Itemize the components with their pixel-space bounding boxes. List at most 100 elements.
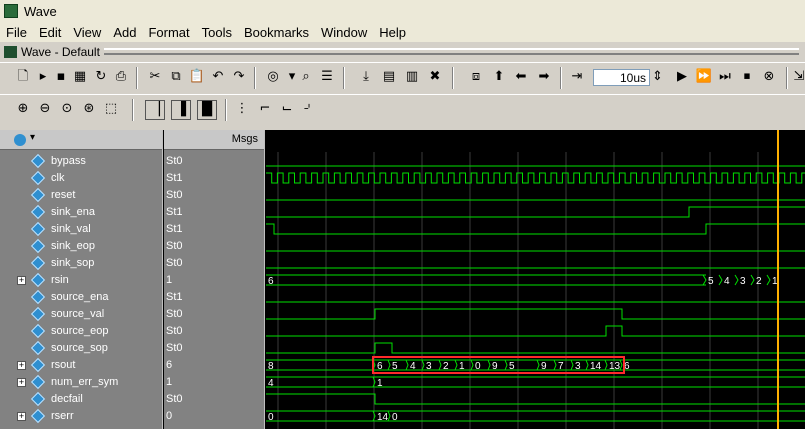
signal-row-reset[interactable]: reset [0, 187, 163, 204]
app-icon [4, 4, 18, 18]
expand-icon[interactable]: + [17, 412, 26, 421]
signal-value: St1 [166, 291, 183, 303]
zoom-select-icon[interactable]: ⬚ [102, 100, 120, 118]
signal-row-num_err_sym[interactable]: + num_err_sym [0, 374, 163, 391]
print-icon[interactable]: ⎙ [112, 68, 130, 86]
dataflow-mode-icon[interactable]: █ [197, 100, 217, 120]
rsout-transition [553, 359, 557, 371]
menu-window[interactable]: Window [315, 25, 373, 40]
compile-icon[interactable]: ▦ [71, 68, 89, 86]
save-icon[interactable]: ▪ [52, 68, 70, 86]
rsout-value: 0 [475, 361, 481, 372]
redo-icon[interactable]: ↷ [230, 68, 248, 86]
signal-diamond-icon [30, 323, 46, 339]
zoom-cursor-icon[interactable]: ⊛ [80, 100, 98, 118]
signal-row-sink_ena[interactable]: sink_ena [0, 204, 163, 221]
new-file-icon[interactable]: 🗋 [14, 68, 32, 86]
rsout-value: 6 [377, 361, 383, 372]
toolbar-divider [452, 67, 454, 89]
copy-icon[interactable]: ⧉ [167, 68, 185, 86]
signal-value: St0 [166, 393, 183, 405]
wave-mode-icon[interactable]: ▐ [171, 100, 191, 120]
run-icon[interactable]: ▶ [673, 68, 691, 86]
menu-edit[interactable]: Edit [33, 25, 67, 40]
undo-icon[interactable]: ↶ [209, 68, 227, 86]
menu-add[interactable]: Add [107, 25, 142, 40]
signal-row-sink_sop[interactable]: sink_sop [0, 255, 163, 272]
paste-icon[interactable]: 📋 [188, 68, 206, 86]
rsout-value: 1 [459, 361, 465, 372]
stop-icon[interactable]: ⊗ [760, 68, 778, 86]
expand-icon[interactable]: + [17, 361, 26, 370]
signal-value: St0 [166, 325, 183, 337]
signal-row-rsin[interactable]: + rsin [0, 272, 163, 289]
signal-row-sink_eop[interactable]: sink_eop [0, 238, 163, 255]
menu-format[interactable]: Format [142, 25, 195, 40]
toolbar-divider [132, 99, 134, 121]
signal-row-rsout[interactable]: + rsout [0, 357, 163, 374]
expand-icon[interactable]: + [17, 378, 26, 387]
delete-icon[interactable]: ✖ [426, 68, 444, 86]
menu-tools[interactable]: Tools [196, 25, 238, 40]
signal-group-icon[interactable] [14, 134, 26, 146]
rserr-transition [387, 410, 391, 422]
refresh-icon[interactable]: ↻ [92, 68, 110, 86]
cursor-mode-icon[interactable]: ▕ [145, 100, 165, 120]
signal-name-panel: ▾ bypass clk reset sink_ena sink_val sink_eop… [0, 130, 163, 429]
open-folder-icon[interactable]: ▸ [34, 68, 52, 86]
cut-icon[interactable]: ✂ [146, 68, 164, 86]
signal-row-source_eop[interactable]: source_eop [0, 323, 163, 340]
signal-diamond-icon [30, 391, 46, 407]
signal-row-source_ena[interactable]: source_ena [0, 289, 163, 306]
run-length-input[interactable] [593, 69, 650, 86]
memory-icon[interactable]: ▤ [380, 68, 398, 86]
signal-value: St0 [166, 189, 183, 201]
expand-icon[interactable]: + [17, 276, 26, 285]
insert-signal-icon[interactable]: ⤓ [357, 68, 375, 86]
run-length-icon[interactable]: ⇥ [568, 68, 586, 86]
rsin-transition [734, 274, 739, 286]
signal-row-source_val[interactable]: source_val [0, 306, 163, 323]
menu-file[interactable]: File [0, 25, 33, 40]
chevron-down-icon[interactable]: ▾ [30, 132, 35, 143]
edge-next-icon[interactable]: ⌏ [300, 100, 318, 118]
find-icon[interactable]: ⌕ [297, 68, 315, 86]
signal-row-clk[interactable]: clk [0, 170, 163, 187]
rsout-transition [470, 359, 474, 371]
wave-sink-val [266, 223, 805, 235]
rsin-initial-value: 6 [268, 276, 274, 287]
arrow-up-icon[interactable]: ⬆ [490, 68, 508, 86]
toolbar-divider [225, 99, 227, 121]
menu-help[interactable]: Help [373, 25, 412, 40]
rsout-transition [619, 359, 623, 371]
restart-icon[interactable]: ⧈ [467, 68, 485, 86]
edge-rise-icon[interactable]: ⌐ [256, 100, 274, 118]
continue-icon[interactable]: ⏩ [695, 68, 713, 86]
window-title: Wave [24, 3, 57, 19]
signal-row-source_sop[interactable]: source_sop [0, 340, 163, 357]
value-panel: Msgs St0 St1 St0 St1 St1 St0 St0 1 St1 St0 St0 St0 6… [164, 130, 265, 429]
signal-row-rserr[interactable]: + rserr [0, 408, 163, 425]
waveform-canvas[interactable]: 6 5 4 3 2 18 6 5 4 3 2 1 0 9 5 9 7 3 14 13 64 10 14 0 [266, 130, 805, 429]
signal-row-bypass[interactable]: bypass [0, 153, 163, 170]
rsout-value: 7 [558, 361, 564, 372]
menu-bookmarks[interactable]: Bookmarks [238, 25, 315, 40]
list-icon[interactable]: ☰ [318, 68, 336, 86]
target-icon[interactable]: ◎ [264, 68, 282, 86]
zoom-in-icon[interactable]: ⊕ [14, 100, 32, 118]
arrow-right-icon[interactable]: ➡ [535, 68, 553, 86]
zoom-out-icon[interactable]: ⊖ [36, 100, 54, 118]
edge-fall-icon[interactable]: ⌙ [278, 100, 296, 118]
arrow-left-icon[interactable]: ⬅ [512, 68, 530, 86]
grid-icon[interactable]: ▥ [403, 68, 421, 86]
zoom-full-icon[interactable]: ⊙ [58, 100, 76, 118]
signal-value: St1 [166, 206, 183, 218]
break-icon[interactable]: ⏹ [738, 68, 756, 86]
signal-row-sink_val[interactable]: sink_val [0, 221, 163, 238]
signal-row-decfail[interactable]: decfail [0, 391, 163, 408]
menu-view[interactable]: View [67, 25, 107, 40]
run-all-icon[interactable]: ⏭ [716, 68, 734, 86]
edge-prev-icon[interactable]: ⋮ [233, 100, 251, 118]
spin-icon[interactable]: ⇕ [652, 68, 663, 86]
step-icon[interactable]: ⇲ [790, 68, 805, 86]
